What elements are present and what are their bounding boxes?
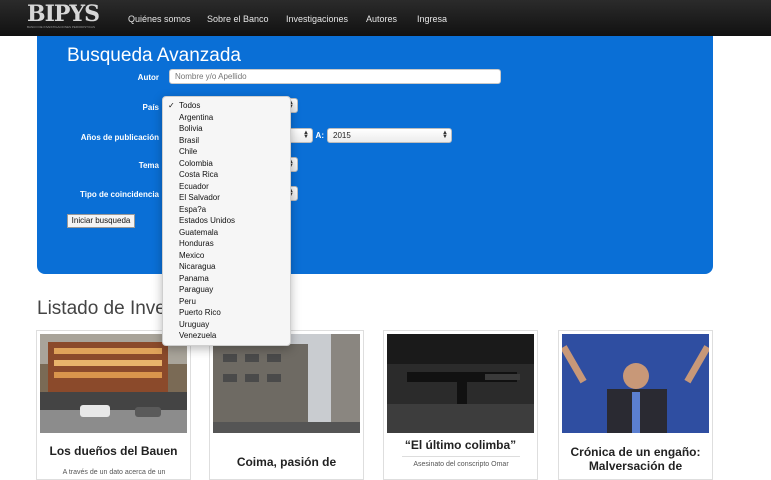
start-search-button[interactable]: Iniciar busqueda (67, 214, 135, 228)
country-option[interactable]: Bolivia (163, 123, 290, 135)
topic-label: Tema (138, 161, 159, 170)
top-navbar: BIPYS BANCO DE INVESTIGACIONES PERIODIST… (0, 0, 771, 36)
country-option[interactable]: Mexico (163, 250, 290, 262)
nav-investigaciones[interactable]: Investigaciones (286, 14, 348, 24)
country-option-label: Brasil (179, 135, 200, 145)
country-option[interactable]: Venezuela (163, 330, 290, 342)
country-option-label: Colombia (179, 158, 213, 168)
country-option-label: Estados Unidos (179, 216, 236, 225)
card-title[interactable]: “El último colimba” (388, 438, 533, 452)
country-option[interactable]: Chile (163, 146, 290, 158)
card-divider (402, 456, 520, 457)
year-to-select[interactable]: 2015 ▲ ▼ (327, 128, 452, 143)
nav-quienes-somos[interactable]: Quiénes somos (128, 14, 191, 24)
country-option-label: Panama (179, 273, 209, 283)
country-label: País (142, 103, 159, 112)
country-option[interactable]: Nicaragua (163, 261, 290, 273)
author-input[interactable] (169, 69, 501, 84)
select-arrows-icon: ▲ ▼ (303, 130, 309, 140)
card-image-building[interactable] (40, 334, 187, 433)
country-option-label: Todos (179, 101, 201, 110)
country-option[interactable]: Puerto Rico (163, 307, 290, 319)
bipys-logo[interactable]: BIPYS BANCO DE INVESTIGACIONES PERIODIST… (27, 1, 100, 31)
logo-subtitle: BANCO DE INVESTIGACIONES PERIODISTICAS (27, 25, 96, 29)
country-option-label: Costa Rica (179, 170, 219, 179)
card-image-street[interactable] (213, 334, 360, 433)
country-option-label: Mexico (179, 250, 205, 260)
country-option[interactable]: Guatemala (163, 227, 290, 239)
year-to-label: A: (315, 131, 324, 140)
country-option-label: Paraguay (179, 285, 214, 294)
search-title: Busqueda Avanzada (67, 45, 241, 66)
country-option[interactable]: Paraguay (163, 284, 290, 296)
country-option[interactable]: Ecuador (163, 181, 290, 193)
nav-sobre-el-banco[interactable]: Sobre el Banco (207, 14, 269, 24)
country-option-label: Peru (179, 296, 196, 306)
country-option-label: El Salvador (179, 193, 220, 202)
country-option[interactable]: ✓ Todos (163, 100, 290, 112)
country-option-label: Bolivia (179, 124, 203, 133)
nav-autores[interactable]: Autores (366, 14, 397, 24)
country-option[interactable]: Costa Rica (163, 169, 290, 181)
country-option[interactable]: Espa?a (163, 204, 290, 216)
country-option-label: Espa?a (179, 204, 207, 214)
years-label: Años de publicación (80, 133, 159, 142)
country-option-label: Ecuador (179, 181, 209, 191)
investigation-card[interactable]: Crónica de un engaño: Malversación de (558, 330, 713, 480)
country-option-label: Guatemala (179, 227, 219, 237)
country-option-label: Venezuela (179, 331, 217, 340)
country-option-label: Honduras (179, 239, 214, 248)
country-option[interactable]: Honduras (163, 238, 290, 250)
country-option-label: Uruguay (179, 319, 210, 329)
card-image-rifle[interactable] (387, 334, 534, 433)
checkmark-icon: ✓ (168, 101, 175, 110)
country-option-label: Puerto Rico (179, 308, 221, 317)
match-type-label: Tipo de coincidencia (80, 190, 159, 199)
card-description: Asesinato del conscripto Omar (413, 461, 509, 468)
investigation-card[interactable]: Coima, pasión de (209, 330, 364, 480)
card-image-person[interactable] (562, 334, 709, 433)
card-title[interactable]: Crónica de un engaño: Malversación de (563, 445, 708, 473)
nav-ingresa[interactable]: Ingresa (417, 14, 447, 24)
card-description: A través de un dato acerca de un (62, 469, 166, 476)
year-to-value: 2015 (333, 131, 351, 140)
country-option-label: Argentina (179, 112, 214, 122)
investigation-card[interactable]: Los dueños del Bauen A través de un dato… (36, 330, 191, 480)
country-option-label: Chile (179, 147, 198, 156)
country-option[interactable]: Brasil (163, 135, 290, 147)
author-label: Autor (137, 73, 159, 82)
country-option[interactable]: Colombia (163, 158, 290, 170)
investigation-card[interactable]: “El último colimba” Asesinato del conscr… (383, 330, 538, 480)
country-option[interactable]: Peru (163, 296, 290, 308)
card-title[interactable]: Coima, pasión de (214, 455, 359, 469)
country-option-label: Nicaragua (179, 262, 216, 271)
country-option[interactable]: Argentina (163, 112, 290, 124)
country-option[interactable]: Panama (163, 273, 290, 285)
logo-text: BIPYS (27, 1, 100, 27)
country-option[interactable]: Uruguay (163, 319, 290, 331)
card-title[interactable]: Los dueños del Bauen (41, 444, 186, 458)
country-dropdown-menu[interactable]: ✓ Todos Argentina Bolivia Brasil Chile Colombi… (162, 96, 291, 346)
country-option[interactable]: El Salvador (163, 192, 290, 204)
select-arrows-icon: ▲ ▼ (442, 130, 448, 140)
country-option[interactable]: Estados Unidos (163, 215, 290, 227)
